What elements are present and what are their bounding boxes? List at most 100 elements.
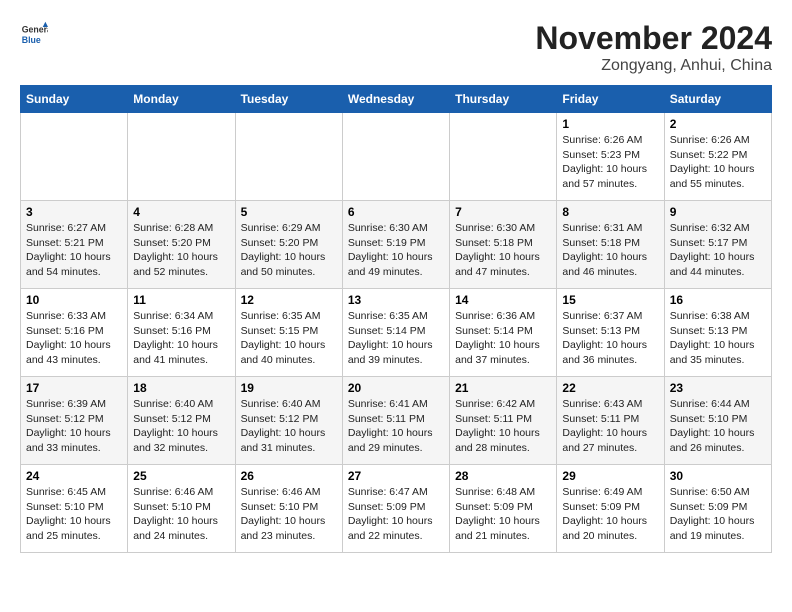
- day-info: Sunrise: 6:33 AM Sunset: 5:16 PM Dayligh…: [26, 309, 122, 368]
- day-number: 10: [26, 293, 122, 307]
- header-monday: Monday: [128, 86, 235, 113]
- day-cell: 25 Sunrise: 6:46 AM Sunset: 5:10 PM Dayli…: [128, 465, 235, 553]
- day-number: 27: [348, 469, 444, 483]
- svg-text:Blue: Blue: [22, 35, 41, 45]
- day-cell: 14 Sunrise: 6:36 AM Sunset: 5:14 PM Dayli…: [450, 289, 557, 377]
- day-info: Sunrise: 6:36 AM Sunset: 5:14 PM Dayligh…: [455, 309, 551, 368]
- day-info: Sunrise: 6:40 AM Sunset: 5:12 PM Dayligh…: [133, 397, 229, 456]
- day-info: Sunrise: 6:34 AM Sunset: 5:16 PM Dayligh…: [133, 309, 229, 368]
- day-number: 20: [348, 381, 444, 395]
- day-number: 30: [670, 469, 766, 483]
- day-info: Sunrise: 6:48 AM Sunset: 5:09 PM Dayligh…: [455, 485, 551, 544]
- day-number: 16: [670, 293, 766, 307]
- calendar-table: SundayMondayTuesdayWednesdayThursdayFrid…: [20, 85, 772, 553]
- day-number: 17: [26, 381, 122, 395]
- title-block: November 2024 Zongyang, Anhui, China: [535, 20, 772, 75]
- day-cell: 13 Sunrise: 6:35 AM Sunset: 5:14 PM Dayli…: [342, 289, 449, 377]
- day-cell: 1 Sunrise: 6:26 AM Sunset: 5:23 PM Daylig…: [557, 113, 664, 201]
- day-number: 7: [455, 205, 551, 219]
- day-info: Sunrise: 6:45 AM Sunset: 5:10 PM Dayligh…: [26, 485, 122, 544]
- day-number: 22: [562, 381, 658, 395]
- day-number: 1: [562, 117, 658, 131]
- page-header: General Blue November 2024 Zongyang, Anh…: [20, 20, 772, 75]
- day-cell: 18Sunrise: 6:40 AM Sunset: 5:12 PM Dayli…: [128, 377, 235, 465]
- day-info: Sunrise: 6:38 AM Sunset: 5:13 PM Dayligh…: [670, 309, 766, 368]
- header-thursday: Thursday: [450, 86, 557, 113]
- day-cell: 2Sunrise: 6:26 AM Sunset: 5:22 PM Daylig…: [664, 113, 771, 201]
- header-tuesday: Tuesday: [235, 86, 342, 113]
- calendar-header-row: SundayMondayTuesdayWednesdayThursdayFrid…: [21, 86, 772, 113]
- day-cell: [450, 113, 557, 201]
- day-cell: 10 Sunrise: 6:33 AM Sunset: 5:16 PM Dayli…: [21, 289, 128, 377]
- day-number: 28: [455, 469, 551, 483]
- day-info: Sunrise: 6:41 AM Sunset: 5:11 PM Dayligh…: [348, 397, 444, 456]
- day-number: 15: [562, 293, 658, 307]
- day-info: Sunrise: 6:28 AM Sunset: 5:20 PM Dayligh…: [133, 221, 229, 280]
- location: Zongyang, Anhui, China: [535, 57, 772, 75]
- day-number: 23: [670, 381, 766, 395]
- day-number: 6: [348, 205, 444, 219]
- day-info: Sunrise: 6:30 AM Sunset: 5:18 PM Dayligh…: [455, 221, 551, 280]
- day-number: 13: [348, 293, 444, 307]
- month-title: November 2024: [535, 20, 772, 57]
- week-row-4: 17 Sunrise: 6:39 AM Sunset: 5:12 PM Dayli…: [21, 377, 772, 465]
- day-cell: 29 Sunrise: 6:49 AM Sunset: 5:09 PM Dayli…: [557, 465, 664, 553]
- week-row-1: 1 Sunrise: 6:26 AM Sunset: 5:23 PM Daylig…: [21, 113, 772, 201]
- day-number: 4: [133, 205, 229, 219]
- week-row-2: 3Sunrise: 6:27 AM Sunset: 5:21 PM Daylig…: [21, 201, 772, 289]
- day-cell: 8 Sunrise: 6:31 AM Sunset: 5:18 PM Daylig…: [557, 201, 664, 289]
- day-info: Sunrise: 6:32 AM Sunset: 5:17 PM Dayligh…: [670, 221, 766, 280]
- day-number: 9: [670, 205, 766, 219]
- day-cell: [128, 113, 235, 201]
- day-cell: 3Sunrise: 6:27 AM Sunset: 5:21 PM Daylig…: [21, 201, 128, 289]
- day-number: 25: [133, 469, 229, 483]
- day-info: Sunrise: 6:26 AM Sunset: 5:22 PM Dayligh…: [670, 133, 766, 192]
- day-cell: 6 Sunrise: 6:30 AM Sunset: 5:19 PM Daylig…: [342, 201, 449, 289]
- day-cell: [235, 113, 342, 201]
- day-cell: 28 Sunrise: 6:48 AM Sunset: 5:09 PM Dayli…: [450, 465, 557, 553]
- day-info: Sunrise: 6:26 AM Sunset: 5:23 PM Dayligh…: [562, 133, 658, 192]
- day-number: 14: [455, 293, 551, 307]
- day-info: Sunrise: 6:49 AM Sunset: 5:09 PM Dayligh…: [562, 485, 658, 544]
- header-wednesday: Wednesday: [342, 86, 449, 113]
- day-info: Sunrise: 6:46 AM Sunset: 5:10 PM Dayligh…: [133, 485, 229, 544]
- day-cell: 24Sunrise: 6:45 AM Sunset: 5:10 PM Dayli…: [21, 465, 128, 553]
- day-cell: 26Sunrise: 6:46 AM Sunset: 5:10 PM Dayli…: [235, 465, 342, 553]
- day-number: 19: [241, 381, 337, 395]
- day-info: Sunrise: 6:37 AM Sunset: 5:13 PM Dayligh…: [562, 309, 658, 368]
- header-sunday: Sunday: [21, 86, 128, 113]
- day-number: 8: [562, 205, 658, 219]
- day-number: 11: [133, 293, 229, 307]
- day-cell: 4 Sunrise: 6:28 AM Sunset: 5:20 PM Daylig…: [128, 201, 235, 289]
- day-number: 21: [455, 381, 551, 395]
- day-cell: 9 Sunrise: 6:32 AM Sunset: 5:17 PM Daylig…: [664, 201, 771, 289]
- day-info: Sunrise: 6:30 AM Sunset: 5:19 PM Dayligh…: [348, 221, 444, 280]
- week-row-5: 24Sunrise: 6:45 AM Sunset: 5:10 PM Dayli…: [21, 465, 772, 553]
- logo-icon: General Blue: [20, 20, 48, 48]
- day-info: Sunrise: 6:29 AM Sunset: 5:20 PM Dayligh…: [241, 221, 337, 280]
- day-cell: 17 Sunrise: 6:39 AM Sunset: 5:12 PM Dayli…: [21, 377, 128, 465]
- day-cell: 12Sunrise: 6:35 AM Sunset: 5:15 PM Dayli…: [235, 289, 342, 377]
- header-saturday: Saturday: [664, 86, 771, 113]
- day-cell: 15 Sunrise: 6:37 AM Sunset: 5:13 PM Dayli…: [557, 289, 664, 377]
- day-cell: 30Sunrise: 6:50 AM Sunset: 5:09 PM Dayli…: [664, 465, 771, 553]
- day-cell: 27Sunrise: 6:47 AM Sunset: 5:09 PM Dayli…: [342, 465, 449, 553]
- week-row-3: 10 Sunrise: 6:33 AM Sunset: 5:16 PM Dayli…: [21, 289, 772, 377]
- day-info: Sunrise: 6:39 AM Sunset: 5:12 PM Dayligh…: [26, 397, 122, 456]
- day-info: Sunrise: 6:35 AM Sunset: 5:14 PM Dayligh…: [348, 309, 444, 368]
- day-cell: 23Sunrise: 6:44 AM Sunset: 5:10 PM Dayli…: [664, 377, 771, 465]
- day-cell: 21 Sunrise: 6:42 AM Sunset: 5:11 PM Dayli…: [450, 377, 557, 465]
- day-cell: [342, 113, 449, 201]
- day-info: Sunrise: 6:31 AM Sunset: 5:18 PM Dayligh…: [562, 221, 658, 280]
- day-cell: 11 Sunrise: 6:34 AM Sunset: 5:16 PM Dayli…: [128, 289, 235, 377]
- day-info: Sunrise: 6:40 AM Sunset: 5:12 PM Dayligh…: [241, 397, 337, 456]
- header-friday: Friday: [557, 86, 664, 113]
- day-info: Sunrise: 6:42 AM Sunset: 5:11 PM Dayligh…: [455, 397, 551, 456]
- day-number: 29: [562, 469, 658, 483]
- logo: General Blue: [20, 20, 48, 48]
- day-cell: 22Sunrise: 6:43 AM Sunset: 5:11 PM Dayli…: [557, 377, 664, 465]
- day-cell: 5 Sunrise: 6:29 AM Sunset: 5:20 PM Daylig…: [235, 201, 342, 289]
- day-info: Sunrise: 6:46 AM Sunset: 5:10 PM Dayligh…: [241, 485, 337, 544]
- day-number: 5: [241, 205, 337, 219]
- day-number: 3: [26, 205, 122, 219]
